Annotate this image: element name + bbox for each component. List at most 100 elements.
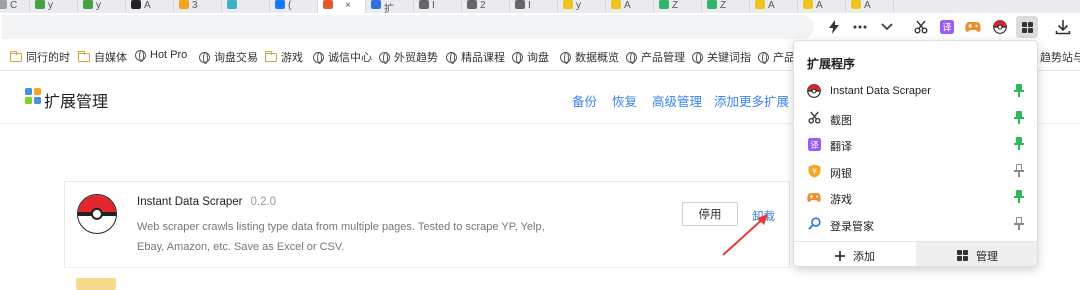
disable-button[interactable]: 停用 <box>682 202 738 226</box>
bookmark-item[interactable]: Hot Pro <box>135 49 187 62</box>
tab-label: I <box>432 0 435 11</box>
backup-link[interactable]: 备份 <box>572 91 597 110</box>
browser-tab[interactable]: C <box>0 0 30 13</box>
tab-label: I <box>528 0 531 11</box>
svg-text:¥: ¥ <box>812 167 817 176</box>
translate-icon[interactable]: 译 <box>937 17 957 37</box>
tab-strip: Cy y A 3 (× 扩 I 2 Iy A Z Z A A A <box>0 0 1080 13</box>
bookmark-item[interactable]: 精品课程 <box>446 49 505 65</box>
extension-card <box>64 267 790 290</box>
tab-label: y <box>576 0 581 11</box>
popup-item-label: Instant Data Scraper <box>830 85 931 97</box>
add-more-extensions-link[interactable]: 添加更多扩展 <box>714 91 789 110</box>
grid-icon <box>957 250 968 261</box>
folder-icon <box>10 50 22 62</box>
tab-favicon-icon <box>851 0 861 9</box>
pinned-icon[interactable] <box>1014 137 1024 151</box>
extension-card: Instant Data Scraper 0.2.0 Web scraper cr… <box>64 181 790 267</box>
translate-icon: 译 <box>807 137 821 151</box>
chevron-down-icon[interactable] <box>877 17 897 37</box>
globe-icon <box>512 51 523 64</box>
browser-tab[interactable]: A <box>606 0 654 13</box>
tab-label: ( <box>288 0 292 11</box>
popup-extension-item[interactable]: 译 翻译 <box>794 131 1037 157</box>
tab-label: A <box>144 0 151 11</box>
advanced-manage-link[interactable]: 高级管理 <box>652 91 702 110</box>
more-icon[interactable] <box>850 17 870 37</box>
browser-tab[interactable]: A <box>798 0 846 13</box>
browser-tab[interactable]: × <box>318 0 366 13</box>
browser-tab[interactable]: 扩 <box>366 0 414 13</box>
tab-favicon-icon <box>0 0 7 9</box>
tab-favicon-icon <box>755 0 765 9</box>
bookmark-item[interactable]: 游戏 <box>265 49 303 65</box>
browser-tab[interactable]: A <box>750 0 798 13</box>
unpinned-icon[interactable] <box>1014 216 1024 231</box>
extensions-logo-icon <box>25 88 41 104</box>
popup-extension-item[interactable]: 游戏 <box>794 184 1037 210</box>
browser-tab[interactable] <box>222 0 270 13</box>
browser-tab[interactable]: y <box>558 0 606 13</box>
browser-tab[interactable]: 2 <box>462 0 510 13</box>
tab-label: Z <box>720 0 727 11</box>
popup-item-label: 网银 <box>830 167 852 180</box>
browser-tab[interactable]: I <box>510 0 558 13</box>
bookmark-item[interactable]: 询盘交易 <box>199 49 258 65</box>
bookmark-item[interactable]: 产品管理 <box>626 49 685 65</box>
browser-tab[interactable]: 3 <box>174 0 222 13</box>
plus-icon <box>835 250 845 261</box>
browser-tab[interactable]: A <box>126 0 174 13</box>
close-icon[interactable]: × <box>345 0 351 11</box>
extension-version: 0.2.0 <box>250 196 277 208</box>
extensions-icon[interactable] <box>1016 16 1038 38</box>
tab-label: A <box>768 0 775 11</box>
popup-extension-item[interactable]: ¥ 网银 <box>794 158 1037 184</box>
restore-link[interactable]: 恢复 <box>612 91 637 110</box>
browser-tab[interactable]: Z <box>654 0 702 13</box>
svg-text:译: 译 <box>942 23 951 34</box>
globe-icon <box>379 51 390 64</box>
add-extension-button[interactable]: 添加 <box>794 242 916 266</box>
download-icon[interactable] <box>1053 17 1073 37</box>
bookmark-label: 外贸趋势 <box>394 52 438 64</box>
browser-tab[interactable]: y <box>30 0 78 13</box>
browser-tab[interactable]: A <box>846 0 894 13</box>
scissors-icon[interactable] <box>911 17 931 37</box>
tab-favicon-icon <box>803 0 813 9</box>
unpinned-icon[interactable] <box>1014 163 1024 178</box>
bookmark-item[interactable]: 关键词指 <box>692 49 751 65</box>
pinned-icon[interactable] <box>1014 84 1024 98</box>
bookmark-item[interactable]: 趋势站与与 <box>1040 49 1080 65</box>
uninstall-link[interactable]: 卸载 <box>752 208 775 224</box>
pokeball-icon[interactable] <box>990 17 1010 37</box>
browser-tab[interactable]: ( <box>270 0 318 13</box>
tab-label: 2 <box>480 0 486 11</box>
bookmark-item[interactable]: 询盘 <box>512 49 549 65</box>
pinned-icon[interactable] <box>1014 190 1024 204</box>
manage-extensions-button[interactable]: 管理 <box>916 242 1037 266</box>
popup-extension-item[interactable]: Instant Data Scraper <box>794 78 1037 104</box>
bookmark-item[interactable]: 同行的时 <box>10 49 70 65</box>
globe-icon <box>446 51 457 64</box>
tab-favicon-icon <box>707 0 717 9</box>
browser-tab[interactable]: y <box>78 0 126 13</box>
globe-icon <box>313 51 324 64</box>
lightning-icon[interactable] <box>824 17 844 37</box>
game-icon[interactable] <box>963 17 983 37</box>
folder-icon <box>265 50 277 62</box>
game-icon <box>807 190 821 204</box>
bookmark-item[interactable]: 产品 <box>758 49 795 65</box>
popup-extension-item[interactable]: 截图 <box>794 105 1037 131</box>
popup-extension-item[interactable]: 登录管家 <box>794 211 1037 237</box>
bookmark-item[interactable]: 诚信中心 <box>313 49 372 65</box>
bookmark-item[interactable]: 数据概览 <box>560 49 619 65</box>
bookmark-item[interactable]: 自媒体 <box>78 49 127 65</box>
pinned-icon[interactable] <box>1014 110 1024 125</box>
tab-favicon-icon <box>323 0 333 9</box>
browser-tab[interactable]: I <box>414 0 462 13</box>
address-bar[interactable] <box>2 15 814 39</box>
browser-tab[interactable]: Z <box>702 0 750 13</box>
add-label: 添加 <box>853 250 875 263</box>
bookmark-item[interactable]: 外贸趋势 <box>379 49 438 65</box>
scissors-icon <box>807 111 821 125</box>
